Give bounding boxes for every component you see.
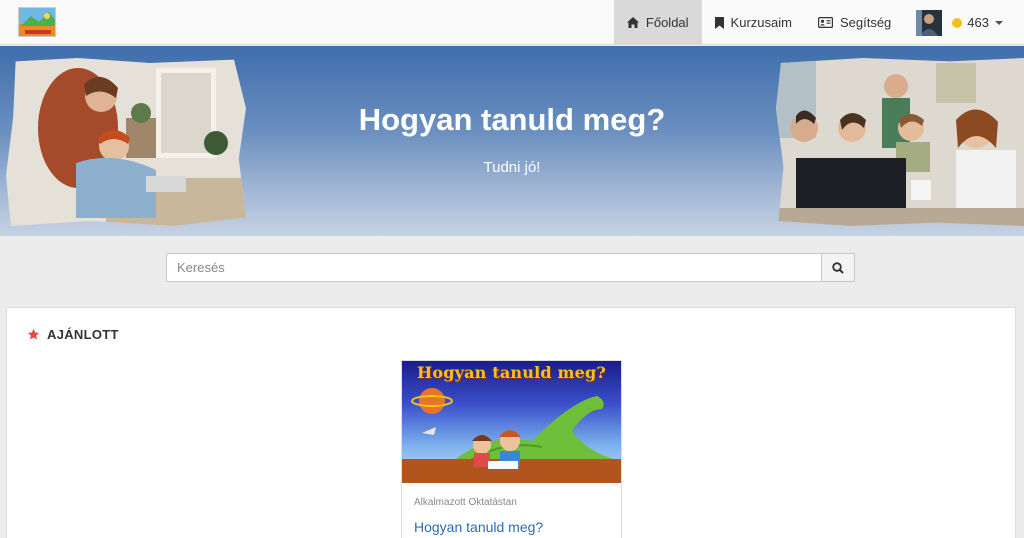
hero-photo-mother-child [6, 58, 246, 226]
user-points: 463 [967, 15, 989, 30]
navbar: Főoldal Kurzusaim Segítség 463 [0, 0, 1024, 45]
nav-item-label: Főoldal [645, 15, 689, 30]
site-logo[interactable] [18, 7, 56, 37]
course-card-image: Hogyan tanuld meg? [402, 361, 621, 483]
search-icon [832, 261, 844, 274]
search-bar [166, 253, 855, 282]
featured-heading: AJÁNLOTT [27, 327, 119, 342]
nav-item-my-courses[interactable]: Kurzusaim [702, 0, 805, 45]
user-menu[interactable]: 463 [904, 0, 1024, 45]
nav-item-label: Kurzusaim [730, 15, 792, 30]
star-icon [27, 328, 40, 340]
nav-item-help[interactable]: Segítség [805, 0, 904, 45]
chevron-down-icon [995, 20, 1003, 25]
home-icon [626, 17, 639, 28]
nav-item-home[interactable]: Főoldal [613, 0, 702, 45]
course-card[interactable]: Hogyan tanuld meg? Alkalmazott Oktatásta… [401, 360, 622, 538]
hero-banner: Hogyan tanuld meg? Tudni jó! [0, 46, 1024, 236]
course-card-image-title: Hogyan tanuld meg? [417, 363, 606, 382]
course-card-category: Alkalmazott Oktatástan [414, 497, 517, 508]
bookmark-icon [714, 16, 724, 29]
avatar [916, 9, 943, 36]
course-card-title[interactable]: Hogyan tanuld meg? [414, 519, 543, 535]
featured-heading-label: AJÁNLOTT [47, 327, 119, 342]
id-card-icon [817, 17, 833, 28]
search-input[interactable] [166, 253, 821, 282]
coin-icon [952, 17, 963, 28]
hero-photo-group-study [776, 58, 1024, 226]
nav-menu: Főoldal Kurzusaim Segítség 463 [613, 0, 1024, 45]
search-button[interactable] [821, 253, 855, 282]
nav-item-label: Segítség [839, 15, 892, 30]
featured-panel: AJÁNLOTT Hogyan tanuld meg? Alkalmazott … [6, 307, 1016, 538]
